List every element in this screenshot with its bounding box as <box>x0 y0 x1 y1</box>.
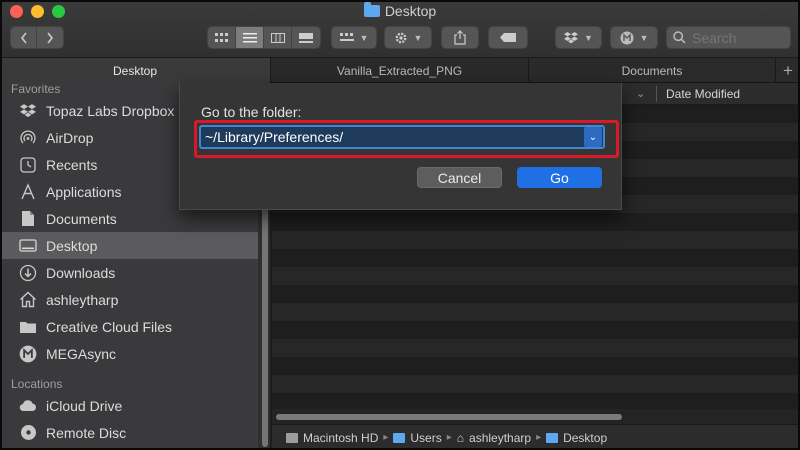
chevron-down-icon: ▼ <box>584 32 593 43</box>
mega-button[interactable]: ▼ <box>610 26 658 49</box>
sidebar-section-locations: Locations <box>11 377 63 391</box>
chevron-down-icon: ▼ <box>359 32 369 43</box>
back-button[interactable] <box>11 27 37 48</box>
tab-bar: Desktop Vanilla_Extracted_PNG Documents … <box>0 58 800 83</box>
document-icon <box>18 209 38 229</box>
mega-icon <box>620 31 634 44</box>
new-tab-button[interactable]: + <box>776 58 800 83</box>
list-view-button[interactable] <box>236 27 264 48</box>
airdrop-icon <box>18 128 38 148</box>
table-row <box>272 357 800 375</box>
table-row <box>272 231 800 249</box>
back-icon <box>20 32 27 43</box>
dropbox-icon <box>18 101 38 121</box>
table-row <box>272 321 800 339</box>
folder-icon <box>546 432 559 443</box>
horizontal-scroll-thumb[interactable] <box>276 414 622 420</box>
table-row <box>272 339 800 357</box>
search-input[interactable] <box>692 29 782 46</box>
home-icon: ⌂ <box>456 430 465 445</box>
action-button[interactable]: ▼ <box>384 26 432 49</box>
folder-icon <box>363 2 380 17</box>
column-header-date-modified[interactable]: Date Modified <box>666 87 740 101</box>
group-icon <box>339 32 354 41</box>
column-divider[interactable] <box>656 86 657 102</box>
home-icon <box>18 290 38 310</box>
table-row <box>272 303 800 321</box>
toolbar: Desktop ▼ ▼ ▼ ▼ Search <box>0 0 800 58</box>
sidebar-item-megasync[interactable]: MEGAsync <box>0 340 258 367</box>
table-row <box>272 249 800 267</box>
sidebar-item-ashleytharp[interactable]: ashleytharp <box>0 286 258 313</box>
chevron-right-icon: ▸ <box>536 432 542 443</box>
mega-icon <box>18 344 38 364</box>
go-to-folder-dialog: Go to the folder: ⌄ Cancel Go <box>179 83 622 210</box>
hard-drive-icon <box>286 432 298 443</box>
tag-icon <box>500 33 516 42</box>
sidebar-item-creative-cloud-files[interactable]: Creative Cloud Files <box>0 313 258 340</box>
tab-documents[interactable]: Documents <box>529 58 776 83</box>
chevron-down-icon: ▼ <box>413 32 423 43</box>
search-field[interactable] <box>666 26 791 49</box>
download-icon <box>18 263 38 283</box>
chevron-down-icon: ⌄ <box>636 88 646 100</box>
share-icon <box>454 30 466 45</box>
sidebar-item-icloud-drive[interactable]: iCloud Drive <box>0 392 258 419</box>
path-item-users[interactable]: Users <box>410 431 441 445</box>
path-item-desktop[interactable]: Desktop <box>563 431 607 445</box>
chevron-right-icon: ▸ <box>446 432 452 443</box>
list-view-icon <box>242 32 257 42</box>
sidebar-item-desktop[interactable]: Desktop <box>0 232 258 259</box>
sidebar-scroll-thumb[interactable] <box>262 191 268 447</box>
view-mode-control <box>207 26 321 49</box>
plus-icon: + <box>783 60 793 80</box>
navigation-buttons <box>10 26 64 49</box>
highlight-annotation-box <box>194 120 619 158</box>
search-icon <box>673 31 686 44</box>
cloud-icon <box>18 396 38 416</box>
folder-icon <box>393 432 406 443</box>
forward-button[interactable] <box>37 27 63 48</box>
table-row <box>272 285 800 303</box>
cancel-button[interactable]: Cancel <box>417 167 502 188</box>
tag-button[interactable] <box>488 26 528 49</box>
finder-window: Desktop ▼ ▼ ▼ ▼ Search Desktop Vanilla_E… <box>0 0 800 450</box>
table-row <box>272 213 800 231</box>
disc-icon <box>18 423 38 443</box>
icon-view-icon <box>214 32 228 42</box>
table-row <box>272 267 800 285</box>
column-view-icon <box>270 32 285 43</box>
forward-icon <box>47 32 54 43</box>
table-row <box>272 375 800 393</box>
path-bar: Macintosh HD ▸ Users ▸ ⌂ ashleytharp ▸ D… <box>272 424 800 450</box>
path-item-ashleytharp[interactable]: ashleytharp <box>469 431 531 445</box>
sidebar-item-remote-disc[interactable]: Remote Disc <box>0 419 258 446</box>
gallery-view-button[interactable] <box>292 27 320 48</box>
window-title: Desktop <box>0 2 800 19</box>
column-view-button[interactable] <box>264 27 292 48</box>
dropbox-icon <box>564 31 579 43</box>
chevron-down-icon: ▼ <box>639 32 649 43</box>
dropbox-button[interactable]: ▼ <box>555 26 602 49</box>
chevron-right-icon: ▸ <box>383 432 389 443</box>
path-item-macintosh-hd[interactable]: Macintosh HD <box>303 431 378 445</box>
gear-icon <box>395 32 406 43</box>
icon-view-button[interactable] <box>208 27 236 48</box>
share-button[interactable] <box>441 26 479 49</box>
go-button[interactable]: Go <box>517 167 602 188</box>
folder-icon <box>18 317 38 337</box>
tab-vanilla-extracted-png[interactable]: Vanilla_Extracted_PNG <box>271 58 529 83</box>
applications-icon <box>18 182 38 202</box>
group-button[interactable]: ▼ <box>331 26 377 49</box>
sidebar-item-downloads[interactable]: Downloads <box>0 259 258 286</box>
tab-desktop[interactable]: Desktop <box>0 58 271 83</box>
gallery-view-icon <box>299 32 313 43</box>
desktop-icon <box>18 236 38 256</box>
clock-icon <box>18 155 38 175</box>
dialog-title: Go to the folder: <box>201 104 302 120</box>
